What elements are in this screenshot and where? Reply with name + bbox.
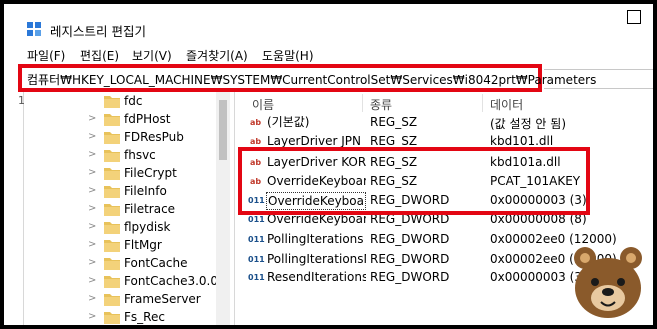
tree-item-label: Filetrace xyxy=(124,202,176,216)
expand-icon[interactable]: > xyxy=(88,276,98,286)
binary-value-icon: 011 xyxy=(248,215,265,224)
value-data: (값 설정 안 됨) xyxy=(490,117,567,131)
tree-item-label: fdPHost xyxy=(124,112,171,126)
folder-icon xyxy=(104,240,120,252)
expand-icon[interactable]: > xyxy=(88,222,98,232)
tree-item-label: FileCrypt xyxy=(124,166,177,180)
window-title: 레지스트리 편집기 xyxy=(50,24,146,39)
column-separator[interactable] xyxy=(482,94,483,112)
expand-icon[interactable]: > xyxy=(88,312,98,322)
regedit-window: 레지스트리 편집기 파일(F) 편집(E) 보기(V) 즐겨찾기(A) 도움말(… xyxy=(4,4,653,325)
tree-item-label: FontCache xyxy=(124,256,188,270)
menu-bar: 파일(F) 편집(E) 보기(V) 즐겨찾기(A) 도움말(H) xyxy=(4,44,653,64)
tree-item-label: FontCache3.0.0.0 xyxy=(124,274,230,288)
folder-icon xyxy=(104,276,120,288)
expand-icon[interactable]: > xyxy=(88,258,98,268)
value-name: (기본값) xyxy=(267,115,310,129)
tree-item[interactable]: > Filetrace xyxy=(24,200,238,220)
tree-item[interactable]: > FDResPub xyxy=(24,128,238,148)
tree-item-label: FileInfo xyxy=(124,184,167,198)
expand-icon[interactable]: > xyxy=(88,150,98,160)
tree-item-label: fdc xyxy=(124,94,143,108)
value-type: REG_SZ xyxy=(370,115,418,129)
expand-icon[interactable] xyxy=(88,96,98,106)
folder-icon xyxy=(104,186,120,198)
string-value-icon: ab xyxy=(249,118,262,127)
value-data: kbd101.dll xyxy=(490,134,554,148)
folder-icon xyxy=(104,312,120,324)
expand-icon[interactable]: > xyxy=(88,240,98,250)
tree-item[interactable]: > FontCache xyxy=(24,254,238,274)
tree-item[interactable]: fdc xyxy=(24,92,238,112)
expand-icon[interactable]: > xyxy=(88,186,98,196)
pane-splitter[interactable] xyxy=(234,92,235,325)
address-bar-extension xyxy=(544,69,653,89)
value-name: PollingIterations xyxy=(267,232,364,246)
tree-item-label: FrameServer xyxy=(124,292,201,306)
folder-icon xyxy=(104,294,120,306)
tree-item-label: FltMgr xyxy=(124,238,162,252)
maximize-button[interactable] xyxy=(627,10,641,24)
folder-icon xyxy=(104,204,120,216)
tree-item[interactable]: > FltMgr xyxy=(24,236,238,256)
value-type: REG_SZ xyxy=(370,134,418,148)
value-row[interactable]: ab (기본값) REG_SZ (값 설정 안 됨) xyxy=(236,113,653,133)
menu-favorites[interactable]: 즐겨찾기(A) xyxy=(186,47,248,64)
value-type: REG_DWORD xyxy=(370,252,450,266)
tree-item[interactable]: > fdPHost xyxy=(24,110,238,130)
tree-item[interactable]: > fhsvc xyxy=(24,146,238,166)
binary-value-icon: 011 xyxy=(248,235,265,244)
key-tree: fdc > fdPHost > FDResPub > fhsvc > FileC… xyxy=(24,92,238,325)
folder-icon xyxy=(104,96,120,108)
value-type: REG_DWORD xyxy=(370,232,450,246)
tree-scrollbar[interactable] xyxy=(216,92,230,325)
binary-value-icon: 011 xyxy=(248,255,265,264)
folder-icon xyxy=(104,258,120,270)
address-path: 컴퓨터₩HKEY_LOCAL_MACHINE₩SYSTEM₩CurrentCon… xyxy=(27,73,597,87)
folder-icon xyxy=(104,222,120,234)
tree-item-label: flpydisk xyxy=(124,220,171,234)
highlight-box xyxy=(238,147,590,215)
folder-icon xyxy=(104,168,120,180)
binary-value-icon: 011 xyxy=(248,273,265,282)
menu-file[interactable]: 파일(F) xyxy=(27,47,65,64)
scrollbar-thumb[interactable] xyxy=(219,100,227,160)
title-bar: 레지스트리 편집기 xyxy=(4,4,653,42)
value-type: REG_DWORD xyxy=(370,270,450,284)
expand-icon[interactable]: > xyxy=(88,114,98,124)
folder-icon xyxy=(104,114,120,126)
expand-icon[interactable]: > xyxy=(88,294,98,304)
menu-help[interactable]: 도움말(H) xyxy=(262,47,314,64)
folder-icon xyxy=(104,132,120,144)
tree-item[interactable]: > Fs_Rec xyxy=(24,308,238,325)
tree-item-label: FDResPub xyxy=(124,130,184,144)
tree-item[interactable]: > FileCrypt xyxy=(24,164,238,184)
tree-item-label: fhsvc xyxy=(124,148,156,162)
value-name: ResendIterations xyxy=(267,270,366,284)
column-header-name[interactable]: 이름 xyxy=(252,96,274,113)
bear-mascot-icon xyxy=(574,247,642,318)
column-separator[interactable] xyxy=(362,94,363,112)
regedit-app-icon xyxy=(27,22,41,36)
address-bar[interactable]: 컴퓨터₩HKEY_LOCAL_MACHINE₩SYSTEM₩CurrentCon… xyxy=(18,64,596,92)
tree-item[interactable]: > flpydisk xyxy=(24,218,238,238)
tree-item[interactable]: > FontCache3.0.0.0 xyxy=(24,272,238,292)
expand-icon[interactable]: > xyxy=(88,168,98,178)
tree-item[interactable]: > FileInfo xyxy=(24,182,238,202)
menu-view[interactable]: 보기(V) xyxy=(132,47,172,64)
expand-icon[interactable]: > xyxy=(88,132,98,142)
folder-icon xyxy=(104,150,120,162)
tree-item[interactable]: > FrameServer xyxy=(24,290,238,310)
expand-icon[interactable]: > xyxy=(88,204,98,214)
tree-left-margin: 1 xyxy=(4,92,25,325)
column-header-type[interactable]: 종류 xyxy=(370,96,392,113)
value-name: PollingIterationsMaximum xyxy=(267,252,366,266)
column-header-data[interactable]: 데이터 xyxy=(490,96,523,113)
menu-edit[interactable]: 편집(E) xyxy=(80,47,119,64)
tree-item-label: Fs_Rec xyxy=(124,310,165,324)
